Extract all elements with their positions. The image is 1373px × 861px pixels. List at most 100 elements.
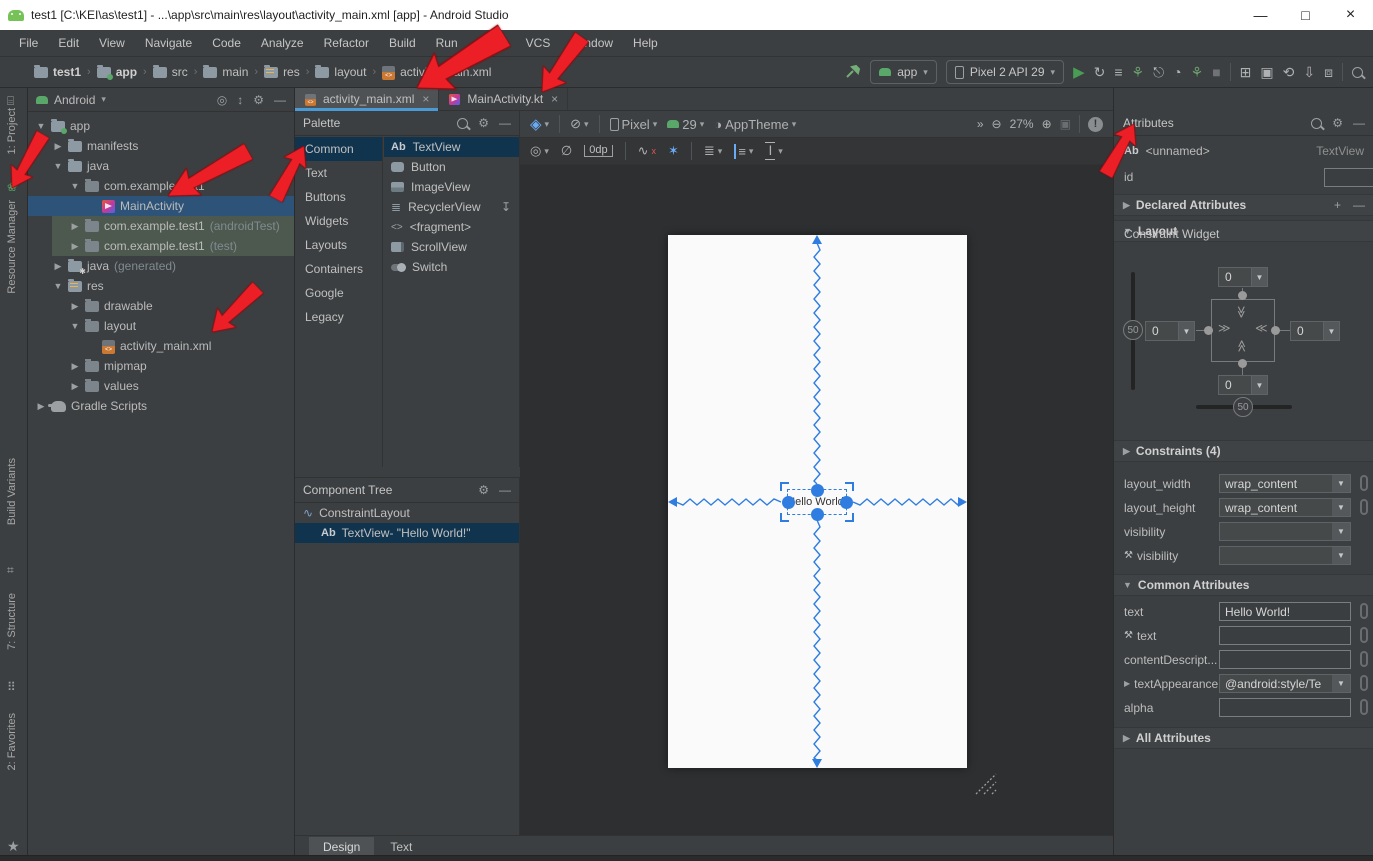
tree-item-com-example-test1[interactable]: ▼com.example.test1	[28, 176, 294, 196]
horizontal-bias-value[interactable]: 50	[1233, 397, 1253, 417]
autoconnect-off-icon[interactable]: ∅	[561, 143, 572, 159]
constraint-anchor-right[interactable]	[1271, 326, 1280, 335]
palette-item-switch[interactable]: Switch	[384, 257, 519, 277]
menu-navigate[interactable]: Navigate	[136, 33, 201, 53]
tree-item-java[interactable]: ▶java (generated)	[28, 256, 294, 276]
sdk-manager-button[interactable]: ⇩	[1303, 64, 1315, 81]
device-file-explorer-button[interactable]: ⧈	[1324, 64, 1333, 81]
mode-tab-design[interactable]: Design	[309, 837, 374, 857]
gear-icon[interactable]: ⚙	[253, 93, 264, 107]
menu-edit[interactable]: Edit	[49, 33, 88, 53]
attr-visibility-combo[interactable]: ▼	[1219, 546, 1351, 565]
profiler-button[interactable]: ◔	[1173, 64, 1181, 80]
tool-button-build-variants[interactable]: Build Variants	[6, 458, 18, 525]
search-icon[interactable]	[457, 118, 468, 129]
gear-icon[interactable]: ⚙	[1332, 116, 1343, 130]
palette-item--fragment-[interactable]: <><fragment>	[384, 217, 519, 237]
attr-textAppearance-combo[interactable]: @android:style/Te▼	[1219, 674, 1351, 693]
tree-chevron-icon[interactable]: ▼	[70, 181, 80, 191]
minimize-button[interactable]: —	[1238, 0, 1283, 30]
attr-text-input[interactable]	[1219, 626, 1351, 645]
margin-left-selector[interactable]: 0▼	[1145, 321, 1195, 341]
apply-code-changes-button[interactable]: ≡	[1114, 64, 1122, 80]
tree-chevron-icon[interactable]: ▶	[70, 221, 80, 232]
favorites-star-icon[interactable]: ★	[7, 838, 20, 855]
menu-build[interactable]: Build	[380, 33, 425, 53]
tree-chevron-icon[interactable]: ▼	[53, 281, 63, 291]
menu-file[interactable]: File	[10, 33, 47, 53]
hide-panel-icon[interactable]: —	[499, 116, 511, 130]
restart-debug-button[interactable]: ⚘	[1191, 64, 1204, 81]
hide-panel-icon[interactable]: —	[499, 483, 511, 497]
apply-changes-button[interactable]: ↻	[1094, 64, 1106, 81]
gear-icon[interactable]: ⚙	[478, 116, 489, 130]
gradle-sync-button[interactable]: ⟲	[1283, 64, 1295, 81]
expander-icon[interactable]: ▶	[1124, 679, 1130, 688]
design-surface-selector[interactable]: ◈▾	[530, 115, 549, 133]
canvas-device-selector[interactable]: Pixel▾	[610, 117, 658, 132]
menu-help[interactable]: Help	[624, 33, 667, 53]
build-hammer-icon[interactable]	[845, 64, 861, 80]
constraint-anchor-bottom[interactable]	[1238, 359, 1247, 368]
artboard-resize-handle[interactable]	[972, 770, 998, 796]
palette-item-imageview[interactable]: ImageView	[384, 177, 519, 197]
infer-constraints-button[interactable]: ✶	[668, 143, 679, 159]
menu-code[interactable]: Code	[203, 33, 250, 53]
errors-panel-icon[interactable]: !	[1088, 117, 1103, 132]
hide-panel-icon[interactable]: —	[274, 93, 286, 107]
structure-icon[interactable]: ⠿	[7, 680, 16, 694]
tree-chevron-icon[interactable]: ▼	[53, 161, 63, 171]
download-icon[interactable]: ↧	[501, 200, 511, 214]
combo-arrow-icon[interactable]: ▼	[1332, 547, 1350, 564]
tree-item-com-example-test1[interactable]: ▶com.example.test1 (androidTest)	[28, 216, 294, 236]
menu-view[interactable]: View	[90, 33, 134, 53]
project-view-selector[interactable]: Android	[54, 93, 95, 107]
attr-layout_width-combo[interactable]: wrap_content▼	[1219, 474, 1351, 493]
tree-item-app[interactable]: ▼app	[28, 116, 294, 136]
mode-tab-text[interactable]: Text	[376, 837, 426, 857]
tree-item-activity_main-xml[interactable]: activity_main.xml	[28, 336, 294, 356]
tool-button-structure[interactable]: 7: Structure	[6, 593, 18, 650]
tree-chevron-icon[interactable]: ▶	[53, 261, 63, 272]
guidelines-selector[interactable]: ≣▾	[704, 143, 722, 159]
locate-file-icon[interactable]: ◎	[217, 93, 227, 107]
device-artboard[interactable]: Hello World!	[668, 235, 967, 768]
tree-item-com-example-test1[interactable]: ▶com.example.test1 (test)	[28, 236, 294, 256]
attr-connection-pill[interactable]	[1360, 499, 1368, 515]
section-declared-attributes[interactable]: ▶Declared Attributes +—	[1114, 194, 1373, 216]
attr-layout_height-combo[interactable]: wrap_content▼	[1219, 498, 1351, 517]
breadcrumb-res[interactable]: res	[264, 65, 300, 79]
run-config-selector[interactable]: app▾	[870, 60, 937, 84]
id-input[interactable]	[1324, 168, 1373, 187]
attr-connection-pill[interactable]	[1360, 651, 1368, 667]
combo-arrow-icon[interactable]: ▼	[1332, 675, 1350, 692]
tree-item-manifests[interactable]: ▶manifests	[28, 136, 294, 156]
project-tool-icon[interactable]: ⌸	[7, 94, 14, 109]
orientation-selector[interactable]: ⊘▾	[570, 116, 588, 132]
search-everywhere-icon[interactable]	[1352, 67, 1363, 78]
attr-connection-pill[interactable]	[1360, 699, 1368, 715]
hide-panel-icon[interactable]: —	[1353, 116, 1365, 130]
search-icon[interactable]	[1311, 118, 1322, 129]
breadcrumb-src[interactable]: src	[153, 65, 188, 79]
avd-manager-button[interactable]: ▣	[1260, 64, 1273, 81]
tree-chevron-icon[interactable]: ▶	[70, 361, 80, 372]
tree-item-values[interactable]: ▶values	[28, 376, 294, 396]
palette-category-legacy[interactable]: Legacy	[295, 305, 382, 329]
tree-chevron-icon[interactable]: ▶	[36, 401, 46, 412]
tree-chevron-icon[interactable]: ▶	[70, 301, 80, 312]
theme-selector[interactable]: ◑AppTheme▾	[714, 117, 796, 132]
remove-attribute-icon[interactable]: —	[1353, 198, 1365, 212]
tool-button-favorites[interactable]: 2: Favorites	[6, 713, 18, 770]
debug-button[interactable]: ⚘	[1132, 64, 1145, 81]
tool-button-resource-manager[interactable]: Resource Manager	[6, 200, 18, 294]
section-common-attributes[interactable]: ▼Common Attributes	[1114, 574, 1373, 596]
menu-analyze[interactable]: Analyze	[252, 33, 313, 53]
attr-alpha-input[interactable]	[1219, 698, 1351, 717]
attr-connection-pill[interactable]	[1360, 475, 1368, 491]
constraint-anchor-left[interactable]	[1204, 326, 1213, 335]
palette-category-containers[interactable]: Containers	[295, 257, 382, 281]
attr-connection-pill[interactable]	[1360, 675, 1368, 691]
constraint-handle-bottom[interactable]	[811, 508, 824, 521]
margin-bottom-selector[interactable]: 0▼	[1218, 375, 1268, 395]
